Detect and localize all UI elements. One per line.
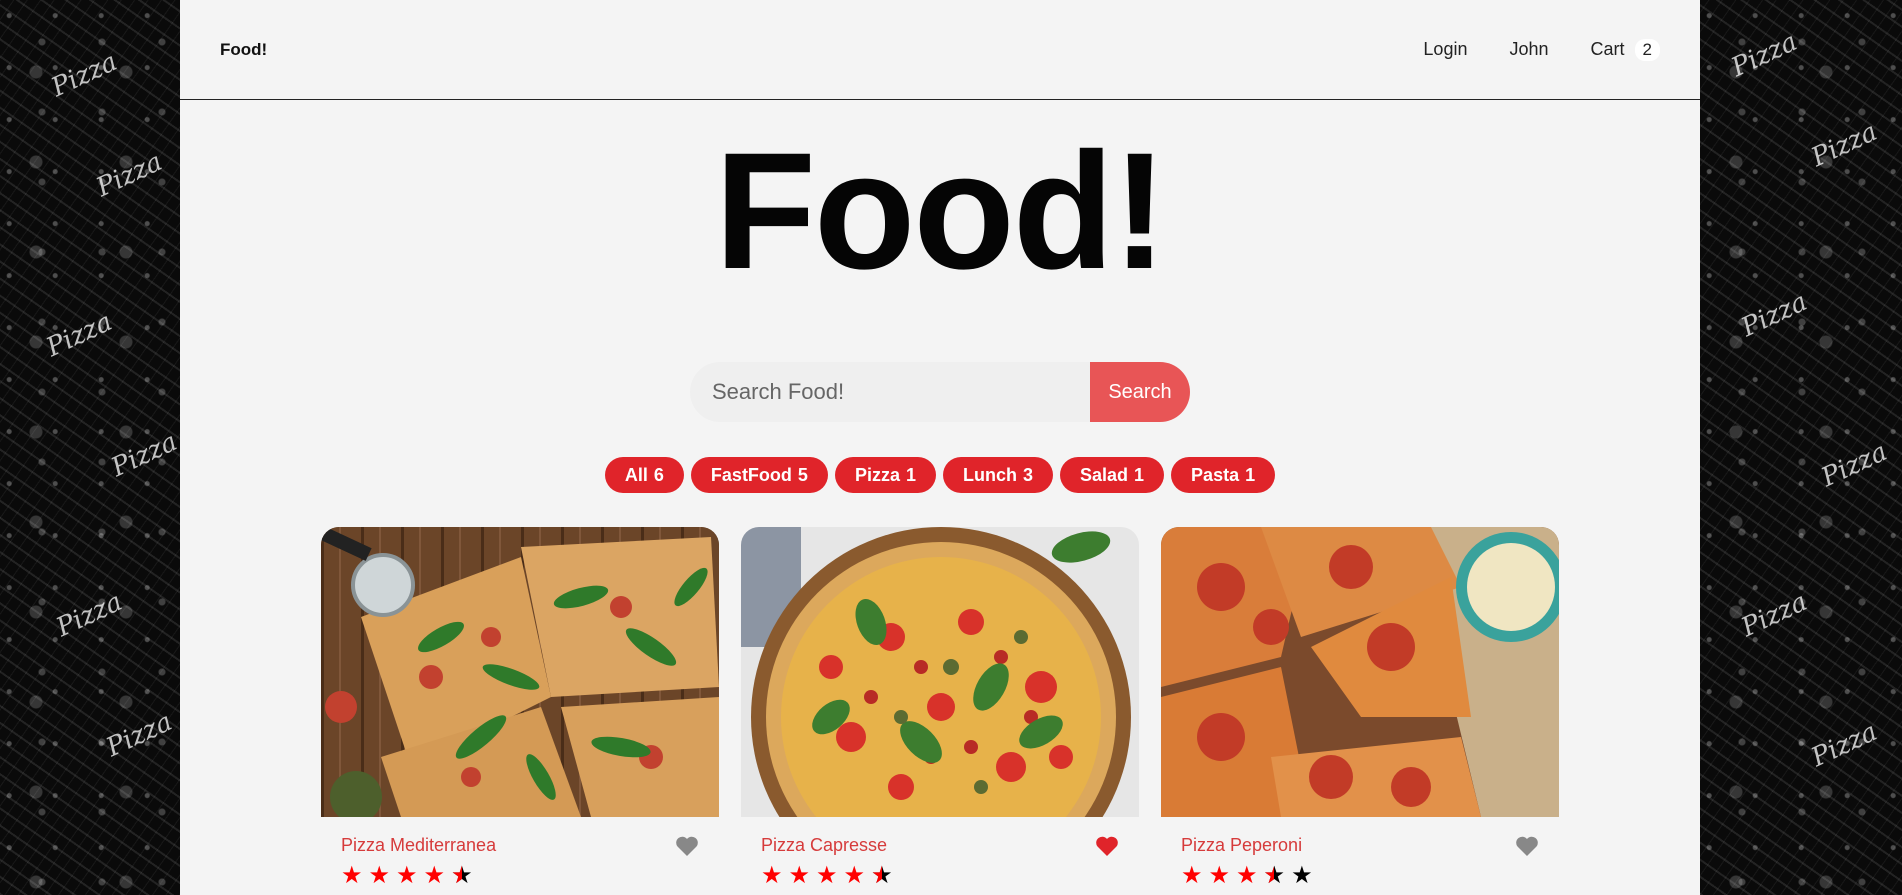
cart-link[interactable]: Cart 2 [1590, 38, 1660, 61]
food-card[interactable]: Pizza Capresse ★ ★ ★ ★ ★ [741, 527, 1139, 895]
star-icon: ★ [1236, 862, 1258, 889]
star-icon: ★ [368, 862, 391, 889]
rating-stars: ★ ★ ★ ★ ★ [341, 862, 699, 889]
star-half-icon: ★ [871, 864, 893, 889]
nav: Login John Cart 2 [1423, 38, 1660, 61]
star-icon: ★ [761, 862, 783, 889]
search-button[interactable]: Search [1090, 362, 1190, 422]
pattern-text: Pizza [1816, 436, 1892, 494]
tag-label: FastFood [710, 464, 792, 485]
star-empty-icon: ★ [1291, 862, 1313, 889]
star-icon: ★ [396, 862, 418, 889]
tag-count: 1 [1134, 464, 1145, 485]
food-image-pizza-peperoni[interactable] [1161, 527, 1559, 817]
tag-fastfood[interactable]: FastFood 5 [690, 457, 828, 493]
pattern-text: Pizza [101, 706, 177, 764]
pattern-text: Pizza [1726, 26, 1802, 84]
star-half-icon: ★ [1264, 864, 1286, 889]
pattern-text: Pizza [106, 426, 180, 484]
main-container: Food! Login John Cart 2 Food! Search All… [180, 0, 1700, 895]
food-name: Pizza Peperoni [1181, 835, 1303, 855]
hero-title: Food! [714, 119, 1168, 304]
food-info: Pizza Capresse ★ ★ ★ ★ ★ [741, 817, 1139, 895]
tag-count: 1 [905, 464, 916, 485]
food-image-pizza-mediterranea[interactable] [321, 527, 719, 817]
tag-pasta[interactable]: Pasta 1 [1171, 457, 1276, 493]
food-name: Pizza Capresse [761, 835, 888, 855]
star-half-icon: ★ [451, 864, 473, 889]
tag-lunch[interactable]: Lunch 3 [942, 457, 1053, 493]
tag-salad[interactable]: Salad 1 [1060, 457, 1165, 493]
rating-stars: ★ ★ ★ ★ ★ [1181, 862, 1539, 889]
pattern-text: Pizza [91, 146, 167, 204]
tag-label: Lunch [962, 464, 1017, 485]
star-icon: ★ [1181, 862, 1203, 889]
food-image-pizza-capresse[interactable] [741, 527, 1139, 817]
tag-pizza[interactable]: Pizza 1 [834, 457, 936, 493]
food-name: Pizza Mediterranea [341, 835, 497, 855]
tag-count: 5 [797, 464, 808, 485]
food-list: Pizza Mediterranea ★ ★ ★ ★ ★ ★ Pizza Cap… [321, 527, 1559, 895]
search-input[interactable] [690, 362, 1090, 422]
star-icon: ★ [788, 862, 811, 889]
header: Food! Login John Cart 2 [180, 0, 1700, 100]
user-link[interactable]: John [1509, 39, 1548, 60]
background-pattern-left: Pizza Pizza Pizza Pizza Pizza Pizza [0, 0, 180, 895]
food-info: Pizza Peperoni ★ ★ ★ ★ ★ [1161, 817, 1559, 895]
tag-label: Salad [1080, 464, 1129, 485]
tag-count: 1 [1245, 464, 1256, 485]
pattern-text: Pizza [1736, 586, 1812, 644]
tag-list: All 6 FastFood 5 Pizza 1 Lunch 3 Salad 1 Past… [180, 457, 1700, 493]
food-info: Pizza Mediterranea ★ ★ ★ ★ ★ [321, 817, 719, 895]
star-icon: ★ [423, 862, 446, 889]
pattern-text: Pizza [1806, 716, 1882, 774]
login-link[interactable]: Login [1423, 39, 1467, 60]
tag-label: Pizza [854, 464, 900, 485]
tag-count: 3 [1022, 464, 1033, 485]
tag-count: 6 [653, 464, 664, 485]
star-icon: ★ [843, 862, 866, 889]
food-card[interactable]: Pizza Peperoni ★ ★ ★ ★ ★ [1161, 527, 1559, 895]
cart-count-badge: 2 [1634, 38, 1660, 61]
tag-all[interactable]: All 6 [604, 457, 684, 493]
star-icon: ★ [1208, 862, 1231, 889]
cart-label: Cart [1590, 39, 1625, 59]
tag-label: Pasta [1191, 464, 1240, 485]
pattern-text: Pizza [1736, 286, 1812, 344]
rating-stars: ★ ★ ★ ★ ★ [761, 862, 1119, 889]
star-icon: ★ [341, 862, 363, 889]
heart-icon[interactable] [1095, 835, 1119, 857]
food-card[interactable]: Pizza Mediterranea ★ ★ ★ ★ ★ [321, 527, 719, 895]
star-icon: ★ [816, 862, 838, 889]
heart-icon[interactable] [675, 835, 699, 857]
search-bar: Search [690, 362, 1190, 422]
tag-label: All [624, 464, 648, 485]
pattern-text: Pizza [1806, 116, 1882, 174]
pattern-text: Pizza [51, 586, 127, 644]
background-pattern-right: Pizza Pizza Pizza Pizza Pizza Pizza [1700, 0, 1902, 895]
heart-icon[interactable] [1515, 835, 1539, 857]
pattern-text: Pizza [46, 46, 122, 104]
pattern-text: Pizza [41, 306, 117, 364]
brand-logo[interactable]: Food! [220, 40, 267, 60]
